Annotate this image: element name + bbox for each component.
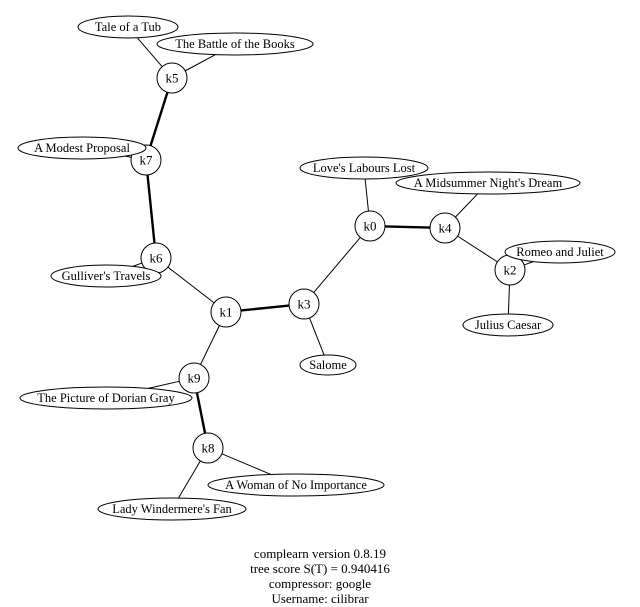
edge — [455, 194, 477, 217]
node-label-k5: k5 — [166, 71, 179, 86]
node-label-womanNoImp: A Woman of No Importance — [225, 478, 367, 492]
node-label-k1: k1 — [220, 305, 233, 320]
node-label-k2: k2 — [504, 263, 517, 278]
edge — [201, 325, 220, 364]
node-label-k8: k8 — [202, 441, 215, 456]
node-label-modestProposal: A Modest Proposal — [34, 141, 130, 155]
edge — [458, 236, 498, 262]
edge — [508, 285, 509, 314]
node-label-k6: k6 — [150, 251, 164, 266]
edge — [222, 454, 271, 475]
footer-line-1: complearn version 0.8.19 — [0, 546, 640, 562]
node-label-k7: k7 — [140, 153, 154, 168]
edge — [197, 393, 205, 434]
node-label-k0: k0 — [364, 219, 377, 234]
edge — [385, 226, 430, 227]
tree-diagram: k0 k1 k2 k3 k4 k5 k6 k7 k8 k9 Tale of a Tub The Bat… — [0, 0, 640, 607]
edge — [314, 237, 361, 292]
footer-line-3: compressor: google — [0, 576, 640, 592]
edge — [148, 175, 155, 243]
footer-line-4: Username: cilibrar — [0, 591, 640, 607]
node-label-lovesLabours: Love's Labours Lost — [313, 161, 416, 175]
edge — [168, 267, 214, 303]
edge — [133, 263, 142, 266]
footer-line-2: tree score S(T) = 0.940416 — [0, 561, 640, 577]
edge — [185, 55, 215, 71]
node-label-ladyWindermere: Lady Windermere's Fan — [112, 502, 232, 516]
node-label-taleOfTub: Tale of a Tub — [95, 20, 161, 34]
edge — [365, 179, 368, 211]
node-label-midsummer: A Midsummer Night's Dream — [414, 176, 563, 190]
node-label-dorianGray: The Picture of Dorian Gray — [37, 391, 175, 405]
node-label-k4: k4 — [439, 221, 453, 236]
node-label-gullivers: Gulliver's Travels — [62, 269, 151, 283]
edge — [241, 306, 289, 311]
node-label-battleBooks: The Battle of the Books — [175, 37, 295, 51]
edge — [148, 381, 179, 388]
node-label-k9: k9 — [188, 371, 201, 386]
node-label-k3: k3 — [298, 297, 311, 312]
node-label-juliusCaesar: Julius Caesar — [475, 318, 542, 332]
edge — [178, 461, 200, 498]
edge — [524, 262, 533, 265]
node-label-salome: Salome — [309, 358, 347, 372]
node-label-romeoJuliet: Romeo and Juliet — [516, 245, 604, 259]
edge — [309, 318, 324, 355]
edge — [151, 92, 168, 145]
